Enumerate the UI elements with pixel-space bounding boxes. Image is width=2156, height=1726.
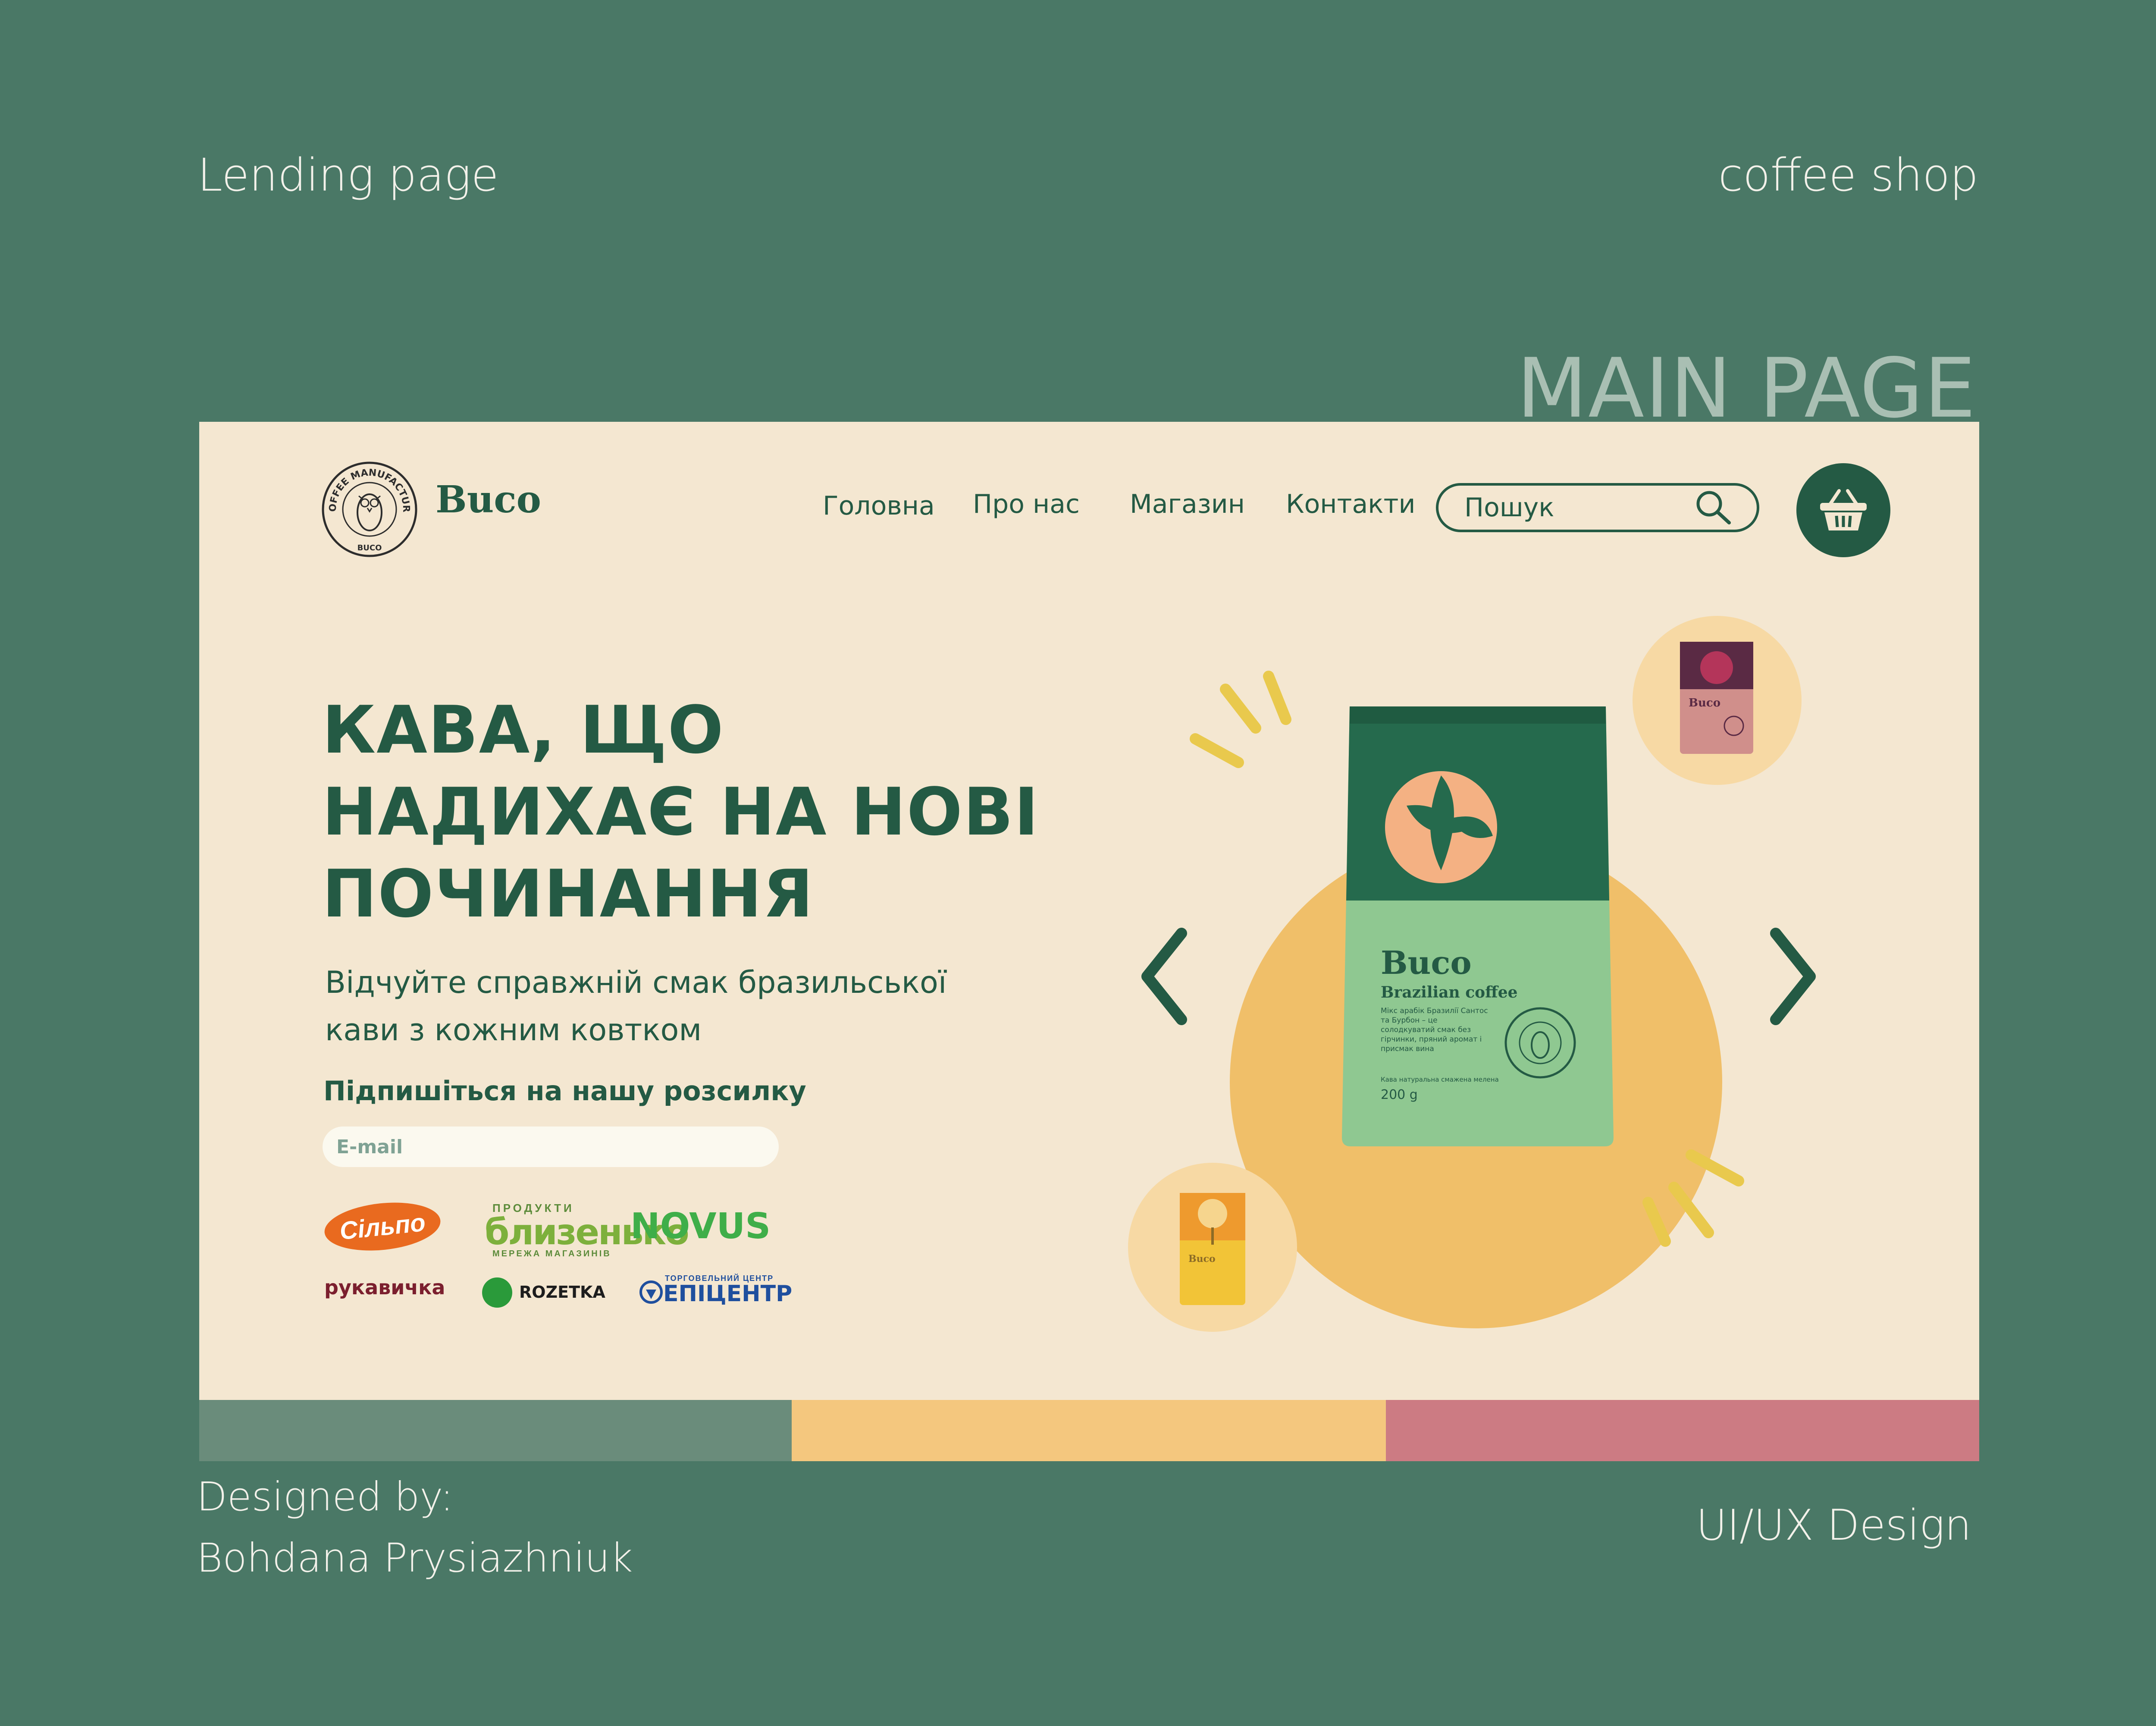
nav-contacts[interactable]: Контакти: [1286, 489, 1415, 519]
headline-line-3: ПОЧИНАННЯ: [322, 856, 814, 932]
designer-name: Bohdana Prysiazhniuk: [197, 1535, 633, 1581]
email-placeholder: E-mail: [336, 1136, 403, 1158]
partner-epicentr-logo[interactable]: ЕПІЦЕНТР: [663, 1281, 792, 1307]
hero-headline: КАВА, ЩО НАДИХАЄ НА НОВІ ПОЧИНАННЯ: [322, 689, 1055, 935]
logo-bottom-text: BUCO: [357, 543, 382, 552]
landing-page-frame: COFFEE MANUFACTURE BUCO Buco Головна Про…: [199, 422, 1979, 1400]
rozetka-icon: [482, 1277, 512, 1308]
email-field[interactable]: E-mail: [323, 1127, 779, 1167]
coffee-bag-thumbnail: Buco: [1680, 642, 1753, 754]
product-thumbnail-pink[interactable]: Buco: [1633, 616, 1802, 785]
partner-silpo-text: Сільпо: [338, 1208, 427, 1245]
bag-weight: 200 g: [1381, 1087, 1418, 1102]
bag-brand-text: Buco: [1381, 945, 1472, 982]
svg-text:COFFEE MANUFACTURE: COFFEE MANUFACTURE: [320, 460, 411, 512]
headline-line-2: НАДИХАЄ НА НОВІ: [322, 774, 1040, 850]
search-icon[interactable]: [1694, 488, 1733, 527]
presentation-right-title: coffee shop: [1718, 149, 1978, 201]
nav-shop[interactable]: Магазин: [1130, 489, 1245, 519]
sparkle-rays-icon: [1642, 1149, 1744, 1247]
hero-subtext: Відчуйте справжній смак бразильської кав…: [325, 959, 972, 1054]
brand-name[interactable]: Buco: [436, 478, 541, 521]
search-placeholder: Пошук: [1464, 493, 1554, 523]
cart-button[interactable]: [1796, 463, 1890, 557]
basket-icon: [1820, 489, 1867, 530]
coffee-bag-product-image[interactable]: Buco Brazilian coffee Мікс арабік Бразил…: [1338, 698, 1618, 1155]
chevron-left-icon[interactable]: [1134, 925, 1194, 1028]
sparkle-rays-icon: [1190, 671, 1291, 768]
headline-line-1: КАВА, ЩО: [322, 692, 724, 768]
owl-logo-icon[interactable]: COFFEE MANUFACTURE BUCO: [320, 460, 419, 559]
discipline-label: UI/UX Design: [1696, 1501, 1971, 1550]
partner-blyzenko-bottom: МЕРЕЖА МАГАЗИНІВ: [492, 1249, 611, 1258]
partner-novus-logo[interactable]: NOVUS: [630, 1206, 771, 1247]
color-swatch-green: [199, 1400, 792, 1461]
logo-ring-text: COFFEE MANUFACTURE: [320, 460, 411, 512]
designed-by-label: Designed by:: [197, 1474, 454, 1520]
partner-rukavychka-logo[interactable]: рукавичка: [324, 1276, 445, 1299]
chevron-right-icon[interactable]: [1763, 925, 1823, 1028]
bag-type: Кава натуральна смажена мелена: [1381, 1076, 1499, 1083]
partner-silpo-logo[interactable]: Сільпо: [322, 1197, 443, 1256]
thumb-brand-text: Buco: [1188, 1253, 1216, 1265]
search-input[interactable]: Пошук: [1436, 483, 1759, 532]
partner-rozetka-logo[interactable]: ROZETKA: [519, 1283, 605, 1302]
nav-home[interactable]: Головна: [823, 491, 935, 521]
bag-product-name: Brazilian coffee: [1381, 983, 1518, 1001]
product-thumbnail-yellow[interactable]: Buco: [1128, 1163, 1297, 1332]
coffee-bag-thumbnail: Buco: [1180, 1193, 1245, 1305]
presentation-left-title: Lending page: [197, 149, 499, 201]
thumb-brand-text: Buco: [1689, 697, 1720, 709]
color-swatch-yellow: [792, 1400, 1386, 1461]
bag-description: Мікс арабік Бразилії Сантос та Бурбон – …: [1381, 1007, 1488, 1053]
nav-about[interactable]: Про нас: [973, 489, 1080, 519]
subscribe-label: Підпишіться на нашу розсилку: [323, 1075, 806, 1107]
designer-credit: Designed by: Bohdana Prysiazhniuk: [197, 1466, 633, 1589]
epicentr-icon: [639, 1280, 663, 1304]
subtext-line-2: кави з кожним ковтком: [325, 1012, 702, 1048]
color-swatch-pink: [1386, 1400, 1979, 1461]
subtext-line-1: Відчуйте справжній смак бразильської: [325, 965, 947, 1000]
